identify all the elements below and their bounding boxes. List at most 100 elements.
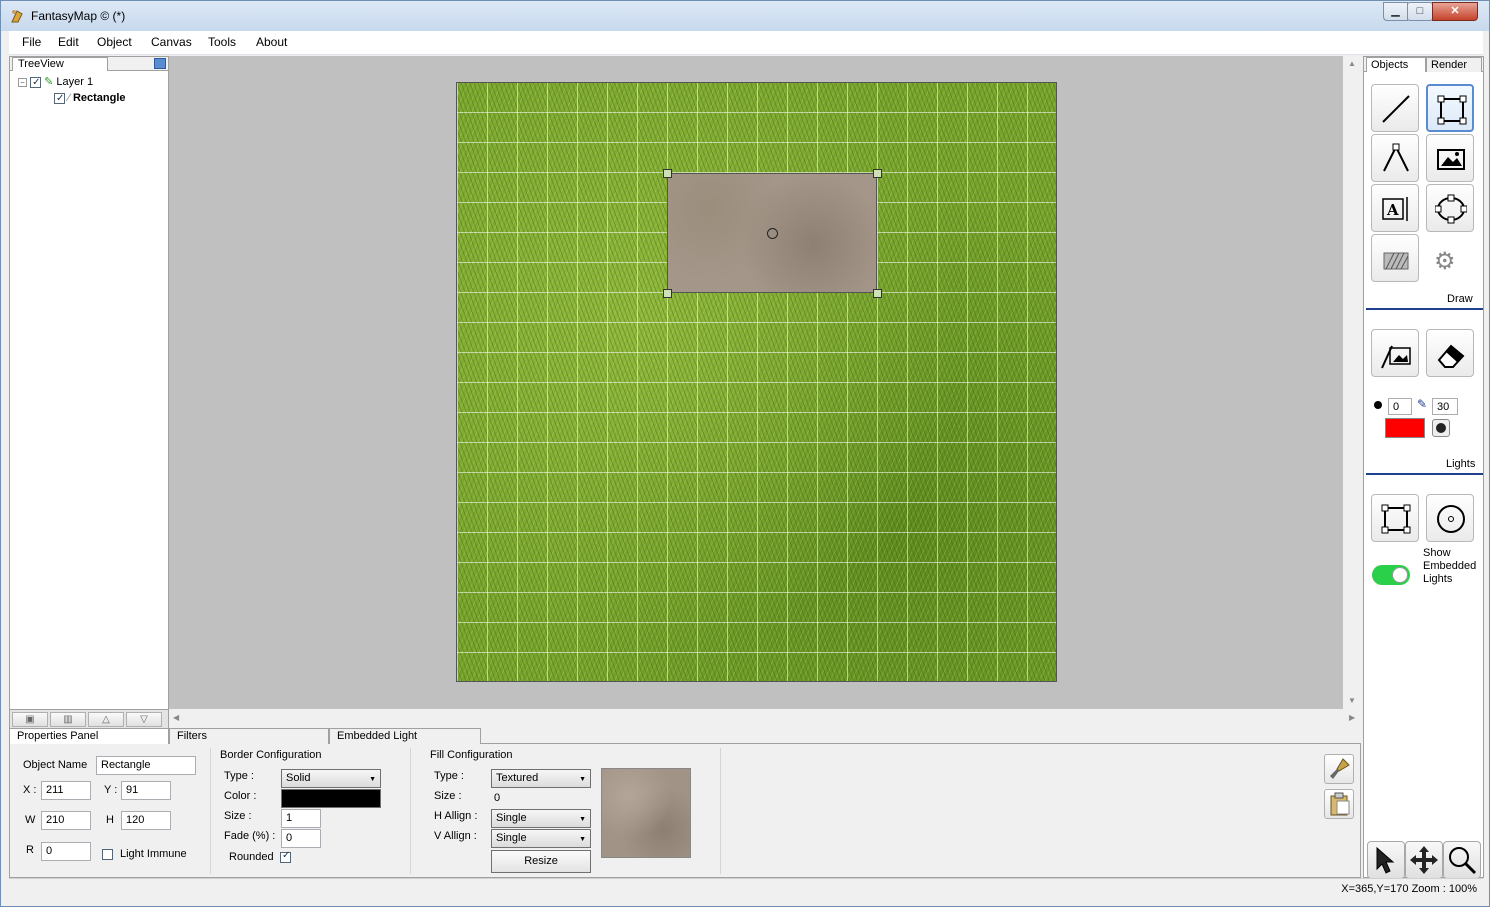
maximize-button[interactable]: □ (1407, 2, 1433, 21)
light-immune-checkbox[interactable] (102, 849, 113, 860)
group-divider (210, 748, 211, 874)
tab-embedded-light[interactable]: Embedded Light (329, 728, 481, 744)
object-visible-checkbox[interactable] (54, 91, 65, 107)
center-handle[interactable] (767, 228, 778, 239)
resize-handle-top-left[interactable] (663, 169, 672, 178)
resize-handle-bottom-right[interactable] (873, 289, 882, 298)
fade-field[interactable]: 0 (281, 829, 321, 848)
resize-button[interactable]: Resize (491, 850, 591, 873)
fill-texture-preview[interactable] (601, 768, 691, 858)
object-name-label: Object Name (23, 759, 88, 771)
collapse-icon[interactable]: − (18, 77, 27, 87)
path-tool-button[interactable] (1371, 134, 1419, 182)
horizontal-scrollbar[interactable]: ◀ ▶ (169, 709, 1361, 727)
menu-about[interactable]: About (256, 35, 287, 49)
tab-objects[interactable]: Objects (1366, 57, 1426, 72)
move-arrows-icon (1410, 846, 1438, 874)
menu-canvas[interactable]: Canvas (151, 35, 192, 49)
border-size-field[interactable]: 1 (281, 809, 321, 828)
rotation-field[interactable]: 0 (41, 842, 91, 861)
paste-style-button[interactable] (1324, 789, 1354, 819)
tree-node-label: Layer 1 (56, 76, 94, 88)
resize-handle-bottom-left[interactable] (663, 289, 672, 298)
add-layer-button[interactable]: ▣ (12, 712, 48, 727)
lights-divider (1366, 473, 1483, 475)
tree-node-layer[interactable]: − ✎ Layer 1 (18, 74, 94, 91)
rectangle-tool-button[interactable] (1426, 84, 1474, 132)
canvas-area[interactable] (169, 56, 1343, 709)
border-type-select[interactable]: Solid (281, 769, 381, 788)
pin-icon[interactable] (154, 58, 166, 69)
map-canvas[interactable] (456, 82, 1057, 682)
rectangle-icon (1437, 95, 1467, 125)
rect-light-tool-button[interactable] (1371, 494, 1419, 542)
border-type-label: Type : (224, 770, 254, 782)
right-tools-panel: Objects Render A ⚙ Draw 0 ✎ 30 Lights Sh… (1363, 56, 1484, 879)
x-field[interactable]: 211 (41, 781, 91, 800)
border-color-swatch[interactable] (281, 789, 381, 808)
settings-gear-icon[interactable]: ⚙ (1434, 247, 1456, 276)
fill-size-value[interactable]: 0 (494, 792, 500, 804)
brush-opacity-field[interactable]: 0 (1388, 398, 1412, 415)
y-label: Y : (104, 784, 118, 796)
clipboard-icon (1330, 792, 1350, 816)
rounded-label: Rounded (229, 851, 274, 863)
pan-tool-button[interactable] (1405, 841, 1443, 879)
brush-size-icon: ✎ (1417, 397, 1428, 411)
menu-edit[interactable]: Edit (58, 35, 79, 49)
menu-object[interactable]: Object (97, 35, 132, 49)
minimize-button[interactable]: ▁ (1383, 2, 1408, 21)
brush-tool-button[interactable] (1371, 329, 1419, 377)
draw-divider (1366, 308, 1483, 310)
h-align-select[interactable]: Single (491, 809, 591, 828)
h-label: H (106, 814, 114, 826)
rectangle-object[interactable] (667, 173, 877, 293)
tree-node-rectangle[interactable]: ⁄ Rectangle (54, 90, 126, 107)
select-tool-button[interactable] (1367, 841, 1405, 879)
text-icon: A (1382, 197, 1408, 221)
y-field[interactable]: 91 (121, 781, 171, 800)
object-name-field[interactable]: Rectangle (96, 756, 196, 775)
text-tool-button[interactable]: A (1371, 184, 1419, 232)
app-window: FantasyMap © (*) ▁ □ ✕ File Edit Object … (0, 0, 1490, 907)
brush-shape-button[interactable] (1432, 419, 1450, 437)
show-embedded-lights-toggle[interactable] (1372, 565, 1410, 585)
title-bar: FantasyMap © (*) ▁ □ ✕ (1, 1, 1489, 31)
brush-size-field[interactable]: 30 (1432, 398, 1458, 415)
pencil-icon: ✎ (44, 76, 54, 88)
h-align-label: H Allign : (434, 810, 478, 822)
status-coordinates-zoom: X=365,Y=170 Zoom : 100% (1341, 883, 1477, 895)
pattern-tool-button[interactable] (1371, 234, 1419, 282)
line-tool-button[interactable] (1371, 84, 1419, 132)
delete-layer-button[interactable]: ▥ (50, 712, 86, 727)
resize-handle-top-right[interactable] (873, 169, 882, 178)
width-field[interactable]: 210 (41, 811, 91, 830)
fill-type-select[interactable]: Textured (491, 769, 591, 788)
vertical-scrollbar[interactable]: ▲ ▼ (1343, 56, 1361, 709)
right-tab-row: Objects Render (1364, 57, 1483, 72)
rounded-checkbox[interactable] (280, 850, 291, 863)
menu-tools[interactable]: Tools (208, 35, 236, 49)
magnifier-icon (1449, 847, 1477, 875)
ellipse-tool-button[interactable] (1426, 184, 1474, 232)
tab-filters[interactable]: Filters (169, 728, 329, 744)
zoom-tool-button[interactable] (1443, 841, 1481, 879)
menu-file[interactable]: File (22, 35, 41, 49)
move-down-button[interactable]: ▽ (126, 712, 162, 727)
height-field[interactable]: 120 (121, 811, 171, 830)
apply-style-button[interactable] (1324, 754, 1354, 784)
close-button[interactable]: ✕ (1432, 2, 1478, 21)
border-size-label: Size : (224, 810, 252, 822)
layer-visible-checkbox[interactable] (30, 75, 42, 91)
eraser-tool-button[interactable] (1426, 329, 1474, 377)
image-tool-button[interactable] (1426, 134, 1474, 182)
tab-properties-panel[interactable]: Properties Panel (9, 728, 169, 744)
tab-render[interactable]: Render (1426, 57, 1482, 72)
move-up-button[interactable]: △ (88, 712, 124, 727)
ellipse-icon (1435, 194, 1467, 224)
tab-treeview[interactable]: TreeView (12, 57, 108, 71)
line-icon: ⁄ (68, 92, 70, 104)
v-align-select[interactable]: Single (491, 829, 591, 848)
brush-color-swatch[interactable] (1385, 418, 1425, 438)
point-light-tool-button[interactable] (1426, 494, 1474, 542)
